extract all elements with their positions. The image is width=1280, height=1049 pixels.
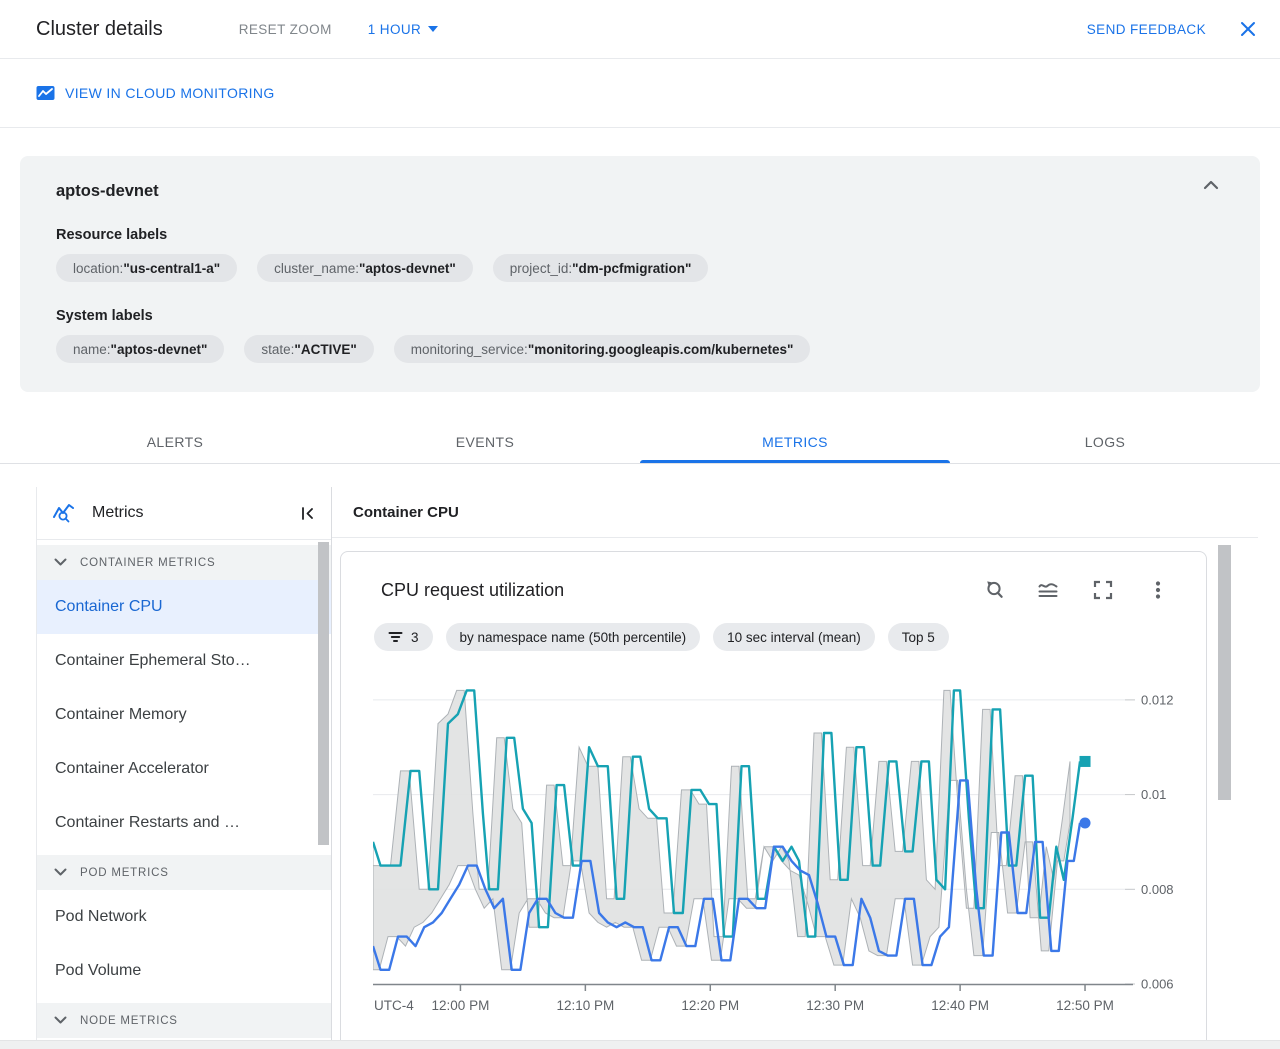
chip-value: "ACTIVE" [294,341,357,357]
svg-text:12:50 PM: 12:50 PM [1056,998,1114,1013]
sidebar-item-container-memory[interactable]: Container Memory [37,688,331,742]
resource-labels-heading: Resource labels [56,227,168,243]
chip-key: monitoring_service [410,341,525,357]
sidebar-item-container-accelerator[interactable]: Container Accelerator [37,742,331,796]
metrics-sidebar: Metrics CONTAINER METRICS Container CPU … [36,487,332,1040]
section-label: NODE METRICS [80,1014,178,1027]
section-label: POD METRICS [80,866,169,879]
chart-filter-row: 3 by namespace name (50th percentile) 10… [374,623,1206,651]
label-chip-cluster-name: cluster_name : "aptos-devnet" [257,254,473,282]
tab-alerts[interactable]: ALERTS [20,420,330,463]
sidebar-item-container-restarts[interactable]: Container Restarts and … [37,796,331,850]
chip-key: state [261,341,291,357]
metrics-explorer-icon [53,504,74,523]
label-chip-state: state : "ACTIVE" [244,335,374,363]
chart-toolbar [981,578,1170,602]
svg-text:0.012: 0.012 [1141,692,1173,707]
tab-events[interactable]: EVENTS [330,420,640,463]
metrics-content: Metrics CONTAINER METRICS Container CPU … [0,464,1280,1049]
interval-chip[interactable]: 10 sec interval (mean) [713,623,875,651]
label-chip-name: name : "aptos-devnet" [56,335,225,363]
chip-key: name [73,341,107,357]
chart-card-header: CPU request utilization [341,552,1206,602]
send-feedback-button[interactable]: SEND FEEDBACK [1087,22,1206,37]
chip-value: "us-central1-a" [123,260,221,276]
sidebar-item-pod-network[interactable]: Pod Network [37,890,331,944]
label-chip-project-id: project_id : "dm-pcfmigration" [492,254,709,282]
sidebar-item-container-cpu[interactable]: Container CPU [37,580,331,634]
chip-value: "monitoring.googleapis.com/kubernetes" [527,341,794,357]
svg-text:0.01: 0.01 [1141,787,1166,802]
chart-type-icon[interactable] [1036,578,1060,602]
svg-text:12:20 PM: 12:20 PM [681,998,739,1013]
time-range-dropdown[interactable]: 1 HOUR [367,21,439,37]
label-chip-monitoring-service: monitoring_service : "monitoring.googlea… [393,335,811,363]
tab-bar: ALERTS EVENTS METRICS LOGS [0,420,1280,464]
chip-value: "aptos-devnet" [358,260,456,276]
chip-value: "aptos-devnet" [110,341,208,357]
filter-count: 3 [411,629,419,645]
section-container-metrics[interactable]: CONTAINER METRICS [37,545,331,580]
section-node-metrics[interactable]: NODE METRICS [37,1003,331,1038]
main-scrollbar[interactable] [1218,545,1231,800]
system-labels-row: name : "aptos-devnet" state : "ACTIVE" m… [56,335,1240,363]
time-range-label: 1 HOUR [367,21,422,37]
chevron-up-icon[interactable] [1202,178,1220,192]
chip-key: location [73,260,120,276]
chevron-down-icon [428,26,439,32]
sidebar-scrollbar[interactable] [318,542,329,845]
sidebar-title: Metrics [92,504,144,521]
top5-chip[interactable]: Top 5 [887,623,949,651]
collapse-panel-icon[interactable] [299,505,317,522]
monitoring-link-label: VIEW IN CLOUD MONITORING [65,85,275,101]
zoom-reset-icon[interactable] [981,578,1005,602]
page-title: Cluster details [36,17,163,40]
section-label: CONTAINER METRICS [80,556,216,569]
svg-text:12:00 PM: 12:00 PM [432,998,490,1013]
label-chip-location: location : "us-central1-a" [56,254,238,282]
metric-group-title: Container CPU [332,487,1258,538]
cluster-summary-panel: aptos-devnet Resource labels location : … [20,156,1260,392]
svg-text:12:40 PM: 12:40 PM [931,998,989,1013]
sidebar-item-container-ephemeral-storage[interactable]: Container Ephemeral Sto… [37,634,331,688]
svg-text:0.008: 0.008 [1141,882,1173,897]
monitoring-chart-icon [36,86,55,100]
sidebar-header: Metrics [37,487,331,540]
view-in-cloud-monitoring-link[interactable]: VIEW IN CLOUD MONITORING [36,85,275,101]
fullscreen-icon[interactable] [1091,578,1115,602]
tab-logs[interactable]: LOGS [950,420,1260,463]
horizontal-scrollbar[interactable] [0,1040,1280,1049]
metrics-main-panel: Container CPU CPU request utilization 3 … [332,487,1280,1049]
dialog-header: Cluster details RESET ZOOM 1 HOUR SEND F… [0,0,1280,59]
chip-value: "dm-pcfmigration" [572,260,692,276]
close-icon[interactable] [1238,19,1258,39]
chart-title: CPU request utilization [381,579,565,600]
cpu-utilization-chart[interactable]: 0.012 0.01 0.008 0.006 12:00 PM 12:10 PM 12:20… [371,680,1174,1022]
tab-metrics[interactable]: METRICS [640,420,950,463]
section-pod-metrics[interactable]: POD METRICS [37,855,331,890]
chevron-down-icon [54,558,67,566]
svg-text:0.006: 0.006 [1141,977,1173,992]
groupby-chip[interactable]: by namespace name (50th percentile) [445,623,701,651]
filter-icon [388,632,403,642]
svg-text:UTC-4: UTC-4 [374,998,414,1013]
chip-key: project_id [509,260,569,276]
filter-count-chip[interactable]: 3 [374,623,433,651]
chevron-down-icon [54,868,67,876]
cluster-name: aptos-devnet [56,182,159,200]
chart-card: CPU request utilization 3 by namespace n… [340,551,1207,1049]
chevron-down-icon [54,1016,67,1024]
chip-key: cluster_name [274,260,356,276]
chart-area: 0.012 0.01 0.008 0.006 12:00 PM 12:10 PM 12:20… [371,680,1206,1027]
monitoring-link-row: VIEW IN CLOUD MONITORING [0,59,1280,128]
sidebar-item-pod-volume[interactable]: Pod Volume [37,944,331,998]
more-vert-icon[interactable] [1146,578,1170,602]
reset-zoom-button[interactable]: RESET ZOOM [239,22,332,37]
resource-labels-row: location : "us-central1-a" cluster_name … [56,254,1240,282]
svg-text:12:30 PM: 12:30 PM [806,998,864,1013]
svg-text:12:10 PM: 12:10 PM [556,998,614,1013]
system-labels-heading: System labels [56,308,153,324]
